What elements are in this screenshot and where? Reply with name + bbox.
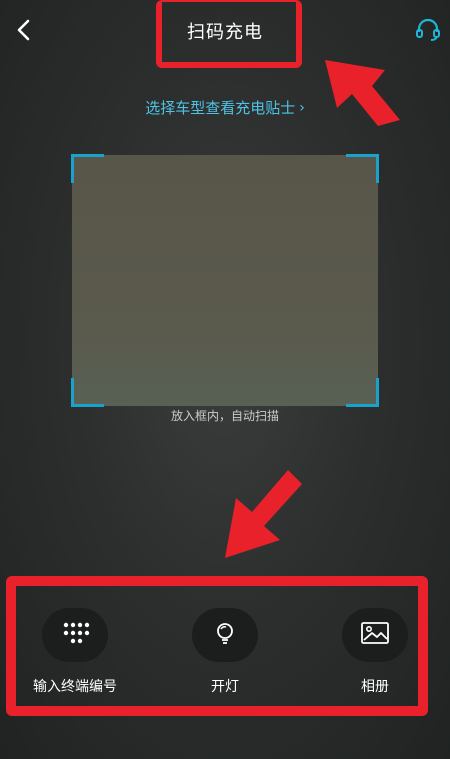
customer-support-button[interactable]	[412, 16, 444, 48]
scan-frame-corner	[346, 154, 379, 183]
arrow-to-actions	[225, 470, 302, 558]
qr-scan-viewfinder	[71, 154, 379, 407]
actions-highlight-box	[6, 576, 428, 716]
scan-hint-text: 放入框内，自动扫描	[170, 409, 279, 423]
scan-frame-corner	[346, 378, 379, 407]
chevron-right-icon: ›	[299, 99, 305, 116]
scan-frame-corner	[71, 154, 104, 183]
headset-icon	[415, 17, 441, 47]
title-highlight-box	[156, 0, 302, 68]
charging-tips-link[interactable]: 选择车型查看充电贴士 ›	[0, 97, 450, 118]
charging-tips-label: 选择车型查看充电贴士	[145, 99, 296, 117]
scan-frame-corner	[71, 378, 104, 407]
